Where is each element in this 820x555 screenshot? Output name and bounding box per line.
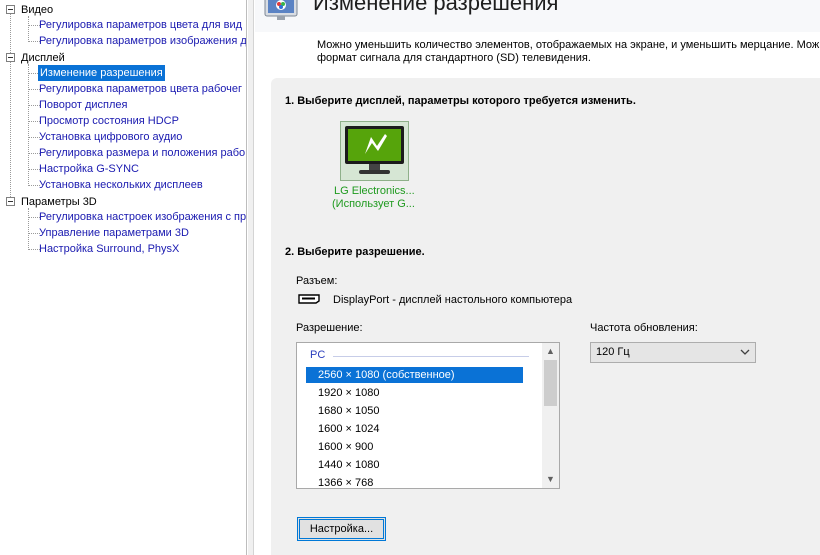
tree-item-desktop-color[interactable]: Регулировка параметров цвета рабочег: [39, 81, 242, 97]
resolution-option[interactable]: 1366 × 768: [306, 475, 523, 488]
triangle-down-icon[interactable]: ▼: [542, 471, 559, 488]
resolution-group-label: PC: [310, 349, 326, 361]
tree-connector: [28, 64, 29, 186]
scroll-thumb[interactable]: [544, 360, 557, 406]
tree-category-label: Параметры 3D: [21, 196, 97, 208]
tree-item-manage-3d[interactable]: Управление параметрами 3D: [39, 225, 189, 241]
resolution-option[interactable]: 1680 × 1050: [306, 403, 523, 419]
display-selector[interactable]: [340, 121, 409, 181]
displayport-icon: [298, 294, 320, 304]
step2-heading: 2. Выберите разрешение.: [285, 246, 425, 258]
tree-item-change-resolution[interactable]: Изменение разрешения: [38, 65, 165, 81]
chevron-down-icon: [740, 349, 750, 355]
resolution-listbox[interactable]: PC 2560 × 1080 (собственное) 1920 × 1080…: [296, 342, 560, 489]
tree-item-rotate-display[interactable]: Поворот дисплея: [39, 97, 127, 113]
description-line: формат сигнала для стандартного (SD) тел…: [317, 52, 591, 64]
page-header: Изменение разрешения: [255, 0, 820, 32]
nvidia-display-icon: [264, 0, 298, 20]
resolution-option[interactable]: 1440 × 1080: [306, 457, 523, 473]
tree-category-video[interactable]: Видео: [0, 2, 200, 18]
content-pane: Изменение разрешения Можно уменьшить кол…: [255, 0, 820, 555]
collapse-toggle-icon[interactable]: [6, 5, 15, 14]
page-title: Изменение разрешения: [313, 0, 559, 15]
tree-category-label: Дисплей: [21, 52, 65, 64]
tree-item-image-settings-preview[interactable]: Регулировка настроек изображения с пр: [39, 209, 246, 225]
refresh-rate-select[interactable]: 120 Гц: [590, 342, 756, 363]
group-divider: [333, 356, 529, 357]
tree-category-label: Видео: [21, 4, 54, 16]
description-line: Можно уменьшить количество элементов, от…: [317, 39, 820, 51]
tree-item-desktop-size[interactable]: Регулировка размера и положения рабо: [39, 145, 245, 161]
collapse-toggle-icon[interactable]: [6, 53, 15, 62]
resolution-option[interactable]: 1600 × 900: [306, 439, 523, 455]
tree-connector: [10, 13, 11, 205]
nvidia-monitor-icon: [345, 126, 404, 174]
pane-splitter[interactable]: [248, 0, 254, 555]
resolution-option[interactable]: 1600 × 1024: [306, 421, 523, 437]
connector-value: DisplayPort - дисплей настольного компью…: [333, 294, 573, 306]
tree-item-digital-audio[interactable]: Установка цифрового аудио: [39, 129, 182, 145]
tree-item-hdcp-status[interactable]: Просмотр состояния HDCP: [39, 113, 179, 129]
tree-item-multiple-displays[interactable]: Установка нескольких дисплеев: [39, 177, 203, 193]
navigation-tree[interactable]: Видео Регулировка параметров цвета для в…: [0, 0, 247, 555]
collapse-toggle-icon[interactable]: [6, 197, 15, 206]
settings-panel: 1. Выберите дисплей, параметры которого …: [271, 78, 820, 555]
display-status: (Использует G...: [332, 198, 415, 210]
refresh-rate-label: Частота обновления:: [590, 322, 698, 334]
tree-connector: [28, 208, 29, 250]
tree-category-display[interactable]: Дисплей: [0, 50, 200, 66]
refresh-rate-value: 120 Гц: [596, 346, 630, 358]
resolution-option[interactable]: 2560 × 1080 (собственное): [306, 367, 523, 383]
tree-category-3d[interactable]: Параметры 3D: [0, 194, 200, 210]
resolution-label: Разрешение:: [296, 322, 363, 334]
display-name: LG Electronics...: [334, 185, 415, 197]
tree-item-gsync[interactable]: Настройка G-SYNC: [39, 161, 139, 177]
tree-item-video-color[interactable]: Регулировка параметров цвета для вид: [39, 17, 242, 33]
customize-button[interactable]: Настройка...: [297, 517, 386, 541]
resolution-scrollbar[interactable]: ▲ ▼: [542, 343, 559, 488]
tree-item-video-image[interactable]: Регулировка параметров изображения д: [39, 33, 246, 49]
tree-item-surround-physx[interactable]: Настройка Surround, PhysX: [39, 241, 179, 257]
page-description: Можно уменьшить количество элементов, от…: [317, 39, 820, 65]
triangle-up-icon[interactable]: ▲: [542, 343, 559, 360]
step1-heading: 1. Выберите дисплей, параметры которого …: [285, 95, 636, 107]
tree-connector: [28, 16, 29, 42]
resolution-option[interactable]: 1920 × 1080: [306, 385, 523, 401]
connector-label: Разъем:: [296, 275, 338, 287]
